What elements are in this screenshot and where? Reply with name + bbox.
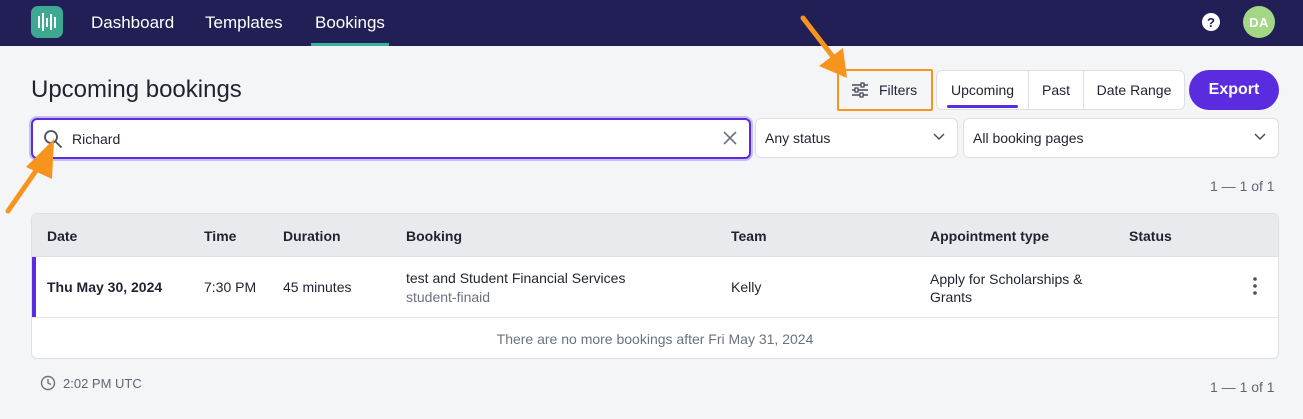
cell-team: Kelly (731, 279, 762, 295)
booking-title: test and Student Financial Services (406, 270, 626, 286)
column-header-booking: Booking (406, 228, 462, 244)
search-value: Richard (72, 131, 121, 147)
column-header-appointment-type: Appointment type (930, 228, 1049, 244)
column-header-duration: Duration (283, 228, 341, 244)
cell-time: 7:30 PM (204, 279, 257, 295)
search-input[interactable]: Richard (31, 118, 751, 159)
bookings-table: Date Time Duration Booking Team Appointm… (31, 213, 1279, 359)
timezone-indicator: 2:02 PM UTC (40, 375, 142, 391)
nav-bookings[interactable]: Bookings (311, 0, 389, 46)
tab-date-range[interactable]: Date Range (1083, 71, 1184, 109)
table-row[interactable]: Thu May 30, 2024 7:30 PM 45 minutes test… (32, 257, 1278, 318)
more-options-icon[interactable] (1253, 277, 1257, 295)
export-button[interactable]: Export (1189, 70, 1279, 110)
chevron-down-icon (1254, 133, 1266, 141)
page-title: Upcoming bookings (31, 76, 242, 103)
status-select-value: Any status (765, 130, 831, 146)
annotation-arrow-search-icon (5, 139, 54, 214)
status-select[interactable]: Any status (755, 118, 958, 158)
time-range-segmented-control: Upcoming Past Date Range (936, 70, 1185, 110)
cell-date: Thu May 30, 2024 (47, 279, 163, 295)
help-icon[interactable]: ? (1202, 13, 1220, 31)
tab-past[interactable]: Past (1028, 71, 1083, 109)
nav-templates[interactable]: Templates (205, 0, 282, 46)
nav-dashboard[interactable]: Dashboard (91, 0, 174, 46)
clear-icon[interactable] (723, 131, 737, 145)
column-header-status: Status (1129, 228, 1172, 244)
cell-duration: 45 minutes (283, 279, 352, 295)
top-nav: Dashboard Templates Bookings ? DA (0, 0, 1303, 46)
chevron-down-icon (933, 133, 945, 141)
no-more-bookings-note: There are no more bookings after Fri May… (496, 331, 814, 347)
cell-appointment-type: Apply for Scholarships & Grants (930, 271, 1083, 305)
clock-icon (40, 375, 56, 391)
tab-upcoming[interactable]: Upcoming (937, 71, 1028, 109)
column-header-date: Date (47, 228, 78, 244)
logo-bars-icon (38, 13, 56, 31)
column-header-time: Time (204, 228, 237, 244)
booking-slug: student-finaid (406, 289, 491, 305)
row-accent-bar (32, 257, 36, 317)
app-logo[interactable] (31, 6, 63, 38)
cell-booking: test and Student Financial Services stud… (406, 270, 625, 305)
booking-pages-select-value: All booking pages (973, 130, 1084, 146)
sliders-icon (852, 82, 868, 98)
avatar[interactable]: DA (1243, 6, 1275, 38)
current-time: 2:02 PM UTC (63, 375, 142, 391)
filters-label: Filters (879, 82, 918, 98)
pagination-top: 1 — 1 of 1 (1210, 178, 1275, 194)
column-header-team: Team (731, 228, 767, 244)
annotation-arrow-filters-icon (800, 15, 847, 78)
pagination-bottom: 1 — 1 of 1 (1210, 379, 1275, 395)
table-header: Date Time Duration Booking Team Appointm… (32, 214, 1278, 257)
booking-pages-select[interactable]: All booking pages (963, 118, 1279, 158)
